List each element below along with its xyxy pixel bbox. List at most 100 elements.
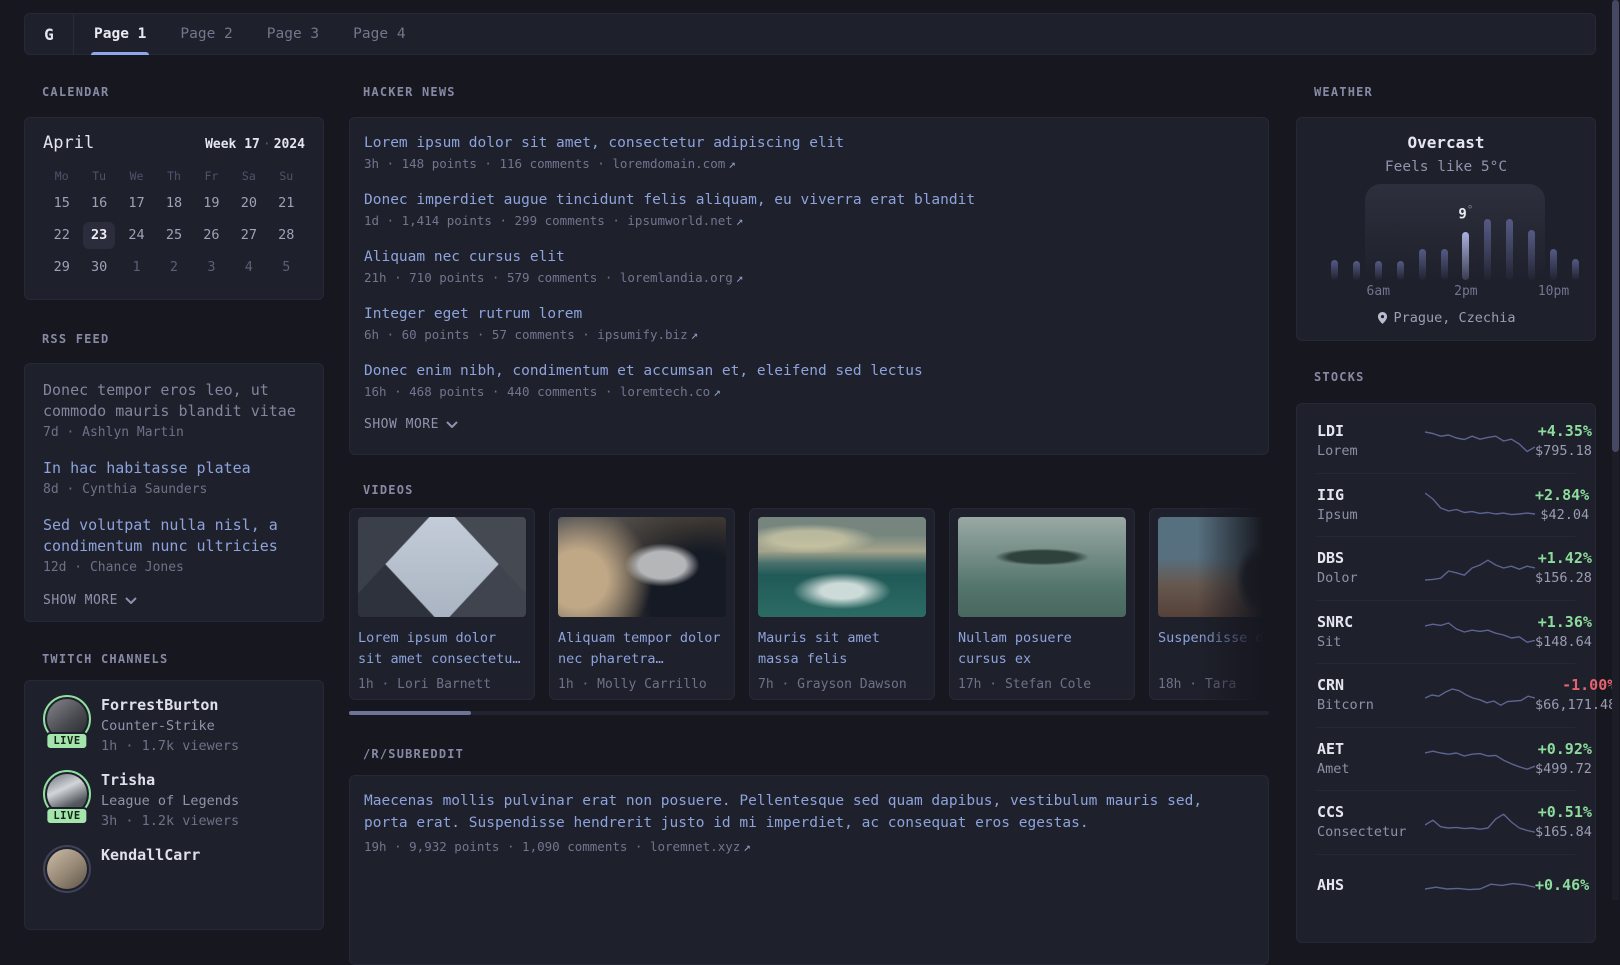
video-card[interactable]: Mauris sit amet massa felis 7h · Grayson… <box>749 508 935 700</box>
stock-name: Consectetur <box>1317 824 1407 841</box>
hn-story-title[interactable]: Lorem ipsum dolor sit amet, consectetur … <box>364 132 1254 154</box>
hn-story-title[interactable]: Donec enim nibh, condimentum et accumsan… <box>364 360 1254 382</box>
calendar-day: 26 <box>203 227 220 243</box>
weather-section-label: WEATHER <box>1314 85 1373 99</box>
daylight-highlight-zone <box>1365 184 1545 280</box>
weather-bar <box>1374 261 1382 280</box>
stock-name: Sit <box>1317 633 1342 650</box>
video-thumbnail[interactable] <box>1158 517 1269 617</box>
stock-sparkline <box>1425 750 1535 770</box>
calendar-grid: 15 16 17 18 19 20 21 22 23 24 25 26 27 28 29 30 1 2 3 4 5 <box>43 190 305 281</box>
stock-price: $156.28 <box>1535 570 1592 587</box>
calendar-day: 17 <box>128 195 145 211</box>
calendar-day: 21 <box>278 195 295 211</box>
hn-story-meta: 1d · 1,414 points · 299 comments · ipsum… <box>364 213 744 228</box>
video-thumbnail[interactable] <box>358 517 526 617</box>
calendar-day-name: Fr <box>204 169 219 183</box>
video-card[interactable]: Lorem ipsum dolor sit amet consectetu… 1… <box>349 508 535 700</box>
video-thumbnail[interactable] <box>758 517 926 617</box>
hn-story-title[interactable]: Integer eget rutrum lorem <box>364 303 1254 325</box>
reddit-post-title[interactable]: Maecenas mollis pulvinar erat non posuer… <box>364 791 1254 834</box>
channel-meta: 3h · 1.2k viewers <box>101 813 240 829</box>
rss-item-meta: 12d · Chance Jones <box>43 560 184 575</box>
rss-item-title[interactable]: Sed volutpat nulla nisl, a condimentum n… <box>43 515 305 557</box>
middle-column: HACKER NEWS Lorem ipsum dolor sit amet, … <box>349 0 1269 965</box>
weather-bar <box>1396 261 1404 280</box>
rss-item-title[interactable]: In hac habitasse platea <box>43 458 305 479</box>
page-scrollbar-thumb[interactable] <box>1612 0 1619 452</box>
external-link-icon: ↗ <box>713 384 721 399</box>
stock-row[interactable]: DBS Dolor +1.42% $156.28 <box>1317 536 1592 600</box>
carousel-scrollbar-track[interactable] <box>349 711 1269 715</box>
weather-condition: Overcast <box>1407 133 1485 152</box>
channel-name: ForrestBurton <box>101 696 219 714</box>
video-thumbnail[interactable] <box>558 517 726 617</box>
video-card[interactable]: Suspendisse diam 18h · Tara <box>1149 508 1269 700</box>
stock-sparkline <box>1425 431 1535 452</box>
video-title[interactable]: Aliquam tempor dolor nec pharetra… <box>558 628 726 670</box>
hn-show-more-button[interactable]: SHOW MORE <box>364 417 1254 432</box>
hn-story-title[interactable]: Aliquam nec cursus elit <box>364 246 1254 268</box>
stock-sparkline <box>1425 688 1535 707</box>
stock-row[interactable]: CCS Consectetur +0.51% $165.84 <box>1317 790 1592 854</box>
hn-story-domain[interactable]: loremtech.co <box>620 384 710 399</box>
rss-item-meta: 8d · Cynthia Saunders <box>43 482 208 497</box>
hn-story: Lorem ipsum dolor sit amet, consectetur … <box>364 132 1254 174</box>
video-title[interactable]: Lorem ipsum dolor sit amet consectetu… <box>358 628 526 670</box>
stock-sparkline <box>1425 492 1535 516</box>
stock-symbol: DBS <box>1317 549 1345 568</box>
video-card[interactable]: Nullam posuere cursus ex 17h · Stefan Co… <box>949 508 1135 700</box>
stock-name: Amet <box>1317 760 1350 777</box>
stock-change: +1.42% <box>1537 549 1592 568</box>
calendar-day-name: Tu <box>92 169 107 183</box>
twitch-channel-row[interactable]: LIVE ForrestBurton Counter-Strike 1h · 1… <box>43 695 305 756</box>
weather-bar <box>1440 249 1448 280</box>
carousel-scrollbar-thumb[interactable] <box>349 711 471 715</box>
hackernews-section-label: HACKER NEWS <box>363 85 456 99</box>
stock-row[interactable]: AHS +0.46% <box>1317 853 1589 918</box>
rss-show-more-button[interactable]: SHOW MORE <box>43 593 305 608</box>
twitch-channel-row[interactable]: LIVE Trisha League of Legends 3h · 1.2k … <box>43 770 305 831</box>
rss-section-label: RSS FEED <box>42 332 110 346</box>
stock-symbol: CRN <box>1317 676 1345 695</box>
calendar-day: 16 <box>90 195 108 211</box>
calendar-day-name: We <box>129 169 144 183</box>
stock-row[interactable]: AET Amet +0.92% $499.72 <box>1317 726 1592 791</box>
video-meta: 7h · Grayson Dawson <box>758 677 907 692</box>
stock-change: +0.92% <box>1537 739 1592 758</box>
video-title[interactable]: Suspendisse diam <box>1158 628 1269 670</box>
hn-story-meta: 21h · 710 points · 579 comments · loreml… <box>364 270 744 285</box>
hn-story-domain[interactable]: ipsumworld.net <box>627 213 732 228</box>
rss-item-title[interactable]: Donec tempor eros leo, ut commodo mauris… <box>43 380 305 422</box>
live-badge: LIVE <box>45 732 89 750</box>
subreddit-section-label: /R/SUBREDDIT <box>363 747 465 761</box>
weather-bar <box>1462 232 1470 280</box>
weather-bar <box>1418 249 1426 280</box>
video-card[interactable]: Aliquam tempor dolor nec pharetra… 1h · … <box>549 508 735 700</box>
rss-item-meta: 7d · Ashlyn Martin <box>43 425 184 440</box>
hn-story-domain[interactable]: loremdomain.com <box>612 156 725 171</box>
stock-row[interactable]: CRN Bitcorn -1.00% $66,171.48 <box>1317 663 1616 727</box>
twitch-channel-row[interactable]: KendallCarr <box>43 845 305 893</box>
hn-story-domain[interactable]: loremlandia.org <box>620 270 733 285</box>
video-title[interactable]: Nullam posuere cursus ex <box>958 628 1126 670</box>
stock-change: -1.00% <box>1562 676 1617 695</box>
stock-row[interactable]: LDI Lorem +4.35% $795.18 <box>1317 409 1592 473</box>
calendar-day: 18 <box>165 195 183 211</box>
stock-row[interactable]: IIG Ipsum +2.84% $42.04 <box>1317 472 1589 537</box>
reddit-post-domain[interactable]: loremnet.xyz <box>650 839 740 854</box>
videos-carousel: Lorem ipsum dolor sit amet consectetu… 1… <box>349 508 1269 700</box>
hn-story-domain[interactable]: ipsumify.biz <box>597 327 687 342</box>
stock-price: $499.72 <box>1535 760 1592 777</box>
calendar-day: 1 <box>132 259 141 275</box>
video-thumbnail[interactable] <box>958 517 1126 617</box>
hackernews-widget: Lorem ipsum dolor sit amet, consectetur … <box>349 117 1269 455</box>
stock-symbol: AHS <box>1317 876 1345 895</box>
video-title[interactable]: Mauris sit amet massa felis <box>758 628 926 670</box>
calendar-day: 29 <box>53 259 70 275</box>
weather-bar <box>1506 219 1514 280</box>
weather-chart: 9° <box>1313 184 1579 280</box>
hn-story-title[interactable]: Donec imperdiet augue tincidunt felis al… <box>364 189 1254 211</box>
stock-row[interactable]: SNRC Sit +1.36% $148.64 <box>1317 599 1592 664</box>
calendar-day: 4 <box>244 259 253 275</box>
